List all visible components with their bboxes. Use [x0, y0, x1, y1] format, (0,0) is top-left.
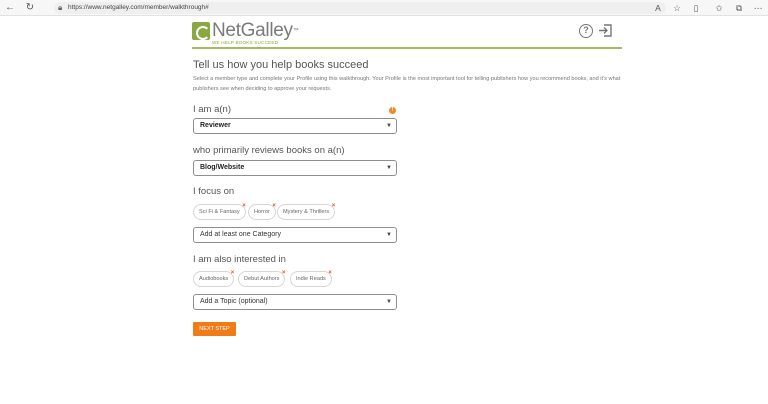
- refresh-icon[interactable]: ↻: [24, 2, 36, 14]
- back-icon[interactable]: ←: [4, 2, 16, 14]
- intro-text: Select a member type and complete your P…: [193, 76, 621, 92]
- focus-tag[interactable]: Mystery & Thrillers ×: [277, 203, 336, 220]
- member-type-label: I am a(n): [193, 104, 232, 115]
- favorites-icon[interactable]: ✩: [713, 2, 725, 14]
- topic-placeholder: Add a Topic (optional): [200, 298, 268, 305]
- remove-tag-icon[interactable]: ×: [242, 203, 246, 209]
- info-icon[interactable]: !: [389, 107, 396, 114]
- header-divider: [192, 47, 622, 49]
- chevron-down-icon: ▼: [386, 165, 392, 171]
- sign-out-icon[interactable]: [598, 23, 613, 38]
- category-placeholder: Add at least one Category: [200, 231, 281, 238]
- focus-tag[interactable]: Horror ×: [248, 203, 276, 220]
- member-type-value: Reviewer: [200, 122, 231, 129]
- collections-icon[interactable]: ⧉: [733, 2, 745, 14]
- remove-tag-icon[interactable]: ×: [328, 270, 332, 276]
- topic-select[interactable]: Add a Topic (optional) ▼: [193, 294, 397, 310]
- tag-label: Horror: [254, 209, 270, 215]
- help-icon[interactable]: ?: [579, 24, 593, 38]
- tag-label: Debut Authors: [244, 276, 280, 282]
- logo-tagline: WE HELP BOOKS SUCCEED: [212, 40, 279, 45]
- remove-tag-icon[interactable]: ×: [231, 270, 235, 276]
- focus-tag[interactable]: Sci Fi & Fantasy ×: [193, 203, 246, 220]
- url-text: https://www.netgalley.com/member/walkthr…: [68, 4, 209, 11]
- read-aloud-icon[interactable]: A: [652, 2, 664, 14]
- interest-tag[interactable]: Debut Authors ×: [238, 270, 286, 287]
- logo-name: NetGalley™: [212, 20, 299, 41]
- interest-tag[interactable]: Indie Reads ×: [290, 270, 332, 287]
- tag-label: Indie Reads: [296, 276, 326, 282]
- page-title: Tell us how you help books succeed: [193, 59, 369, 71]
- logo-mark-icon: [192, 22, 210, 40]
- remove-tag-icon[interactable]: ×: [332, 203, 336, 209]
- interest-tag[interactable]: Audiobooks ×: [193, 270, 235, 287]
- tag-label: Mystery & Thrillers: [283, 209, 330, 215]
- interests-label: I am also interested in: [193, 254, 286, 265]
- next-step-button[interactable]: NEXT STEP: [193, 322, 236, 336]
- chevron-down-icon: ▼: [386, 232, 392, 238]
- lock-icon[interactable]: 🔒︎: [58, 2, 62, 14]
- chevron-down-icon: ▼: [386, 123, 392, 129]
- review-medium-value: Blog/Website: [200, 164, 245, 171]
- netgalley-logo[interactable]: NetGalley™ WE HELP BOOKS SUCCEED: [192, 20, 312, 46]
- favorite-star-icon[interactable]: ☆: [671, 2, 683, 14]
- split-screen-icon[interactable]: ▯: [690, 2, 702, 14]
- remove-tag-icon[interactable]: ×: [282, 270, 286, 276]
- more-icon[interactable]: ⋯: [752, 2, 764, 14]
- remove-tag-icon[interactable]: ×: [272, 203, 276, 209]
- review-medium-select[interactable]: Blog/Website ▼: [193, 160, 397, 176]
- review-medium-label: who primarily reviews books on a(n): [193, 145, 345, 156]
- category-select[interactable]: Add at least one Category ▼: [193, 227, 397, 243]
- tag-label: Audiobooks: [199, 276, 229, 282]
- focus-label: I focus on: [193, 186, 235, 197]
- address-bar[interactable]: 🔒︎ https://www.netgalley.com/member/walk…: [54, 2, 666, 14]
- chevron-down-icon: ▼: [386, 299, 392, 305]
- browser-toolbar: ← ↻ 🔒︎ https://www.netgalley.com/member/…: [0, 0, 768, 16]
- member-type-select[interactable]: Reviewer ▼: [193, 118, 397, 134]
- tag-label: Sci Fi & Fantasy: [199, 209, 240, 215]
